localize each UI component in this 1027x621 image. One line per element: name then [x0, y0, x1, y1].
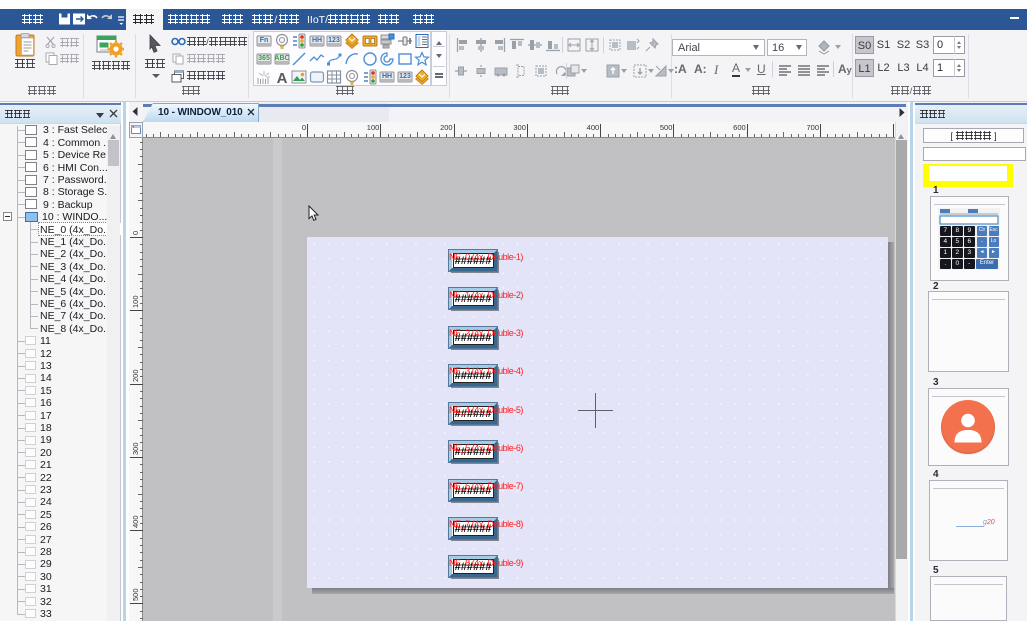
- svg-text:Fn: Fn: [260, 37, 269, 44]
- svg-text:HH: HH: [312, 37, 322, 44]
- svg-text:365: 365: [258, 55, 270, 62]
- svg-text:123: 123: [329, 37, 341, 44]
- svg-text:ABC: ABC: [274, 55, 289, 62]
- svg-text:123: 123: [399, 73, 411, 80]
- svg-text:A: A: [276, 70, 287, 85]
- svg-text:HH: HH: [382, 73, 392, 80]
